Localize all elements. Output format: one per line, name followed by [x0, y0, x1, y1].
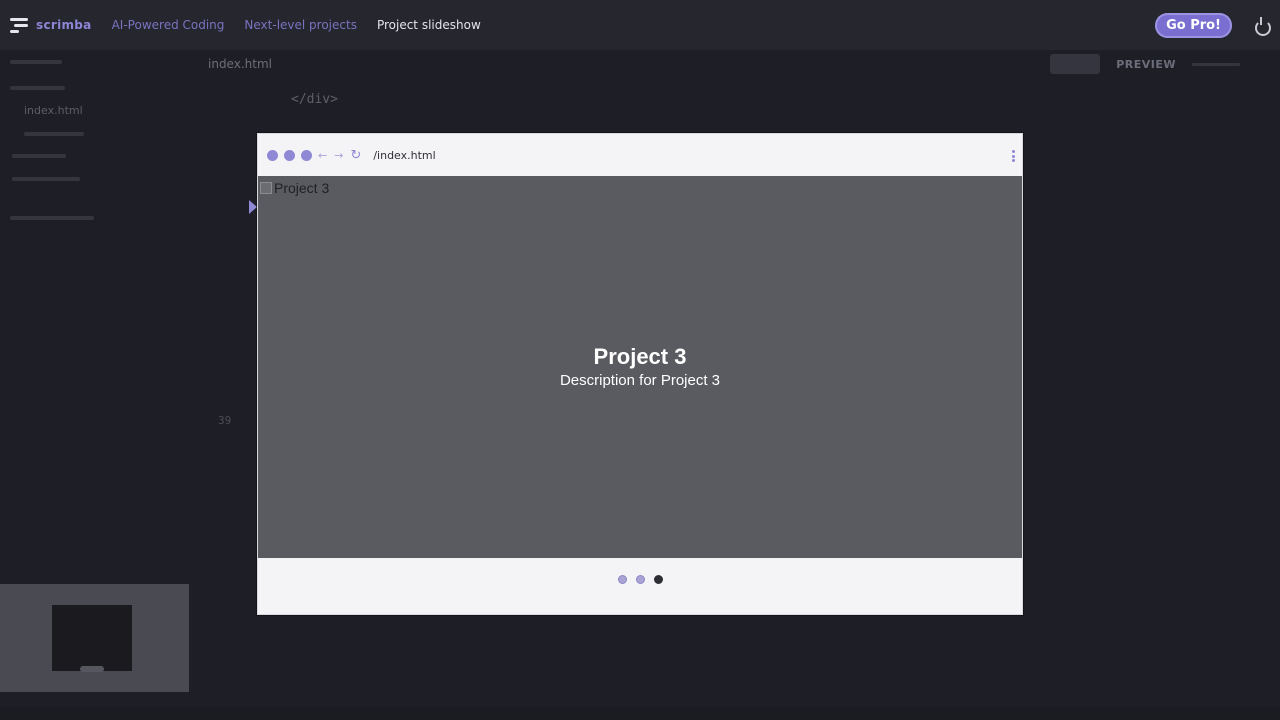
line-number: 39	[218, 414, 232, 427]
editor-tab-index-html[interactable]: index.html	[208, 57, 272, 71]
sidebar-placeholder	[24, 132, 84, 136]
sidebar-placeholder	[12, 177, 80, 181]
preview-window: ← → ↻ /index.html Project 3 Project 3 De…	[257, 133, 1023, 615]
top-bar: scrimba AI-Powered Coding Next-level pro…	[0, 0, 1280, 50]
video-frame	[52, 605, 132, 671]
slide-indicator-1[interactable]	[617, 575, 627, 584]
go-pro-button[interactable]: Go Pro!	[1155, 12, 1232, 38]
slide-image: Project 3	[260, 180, 329, 196]
tab-placeholder[interactable]	[1050, 54, 1101, 74]
code-line: </div>	[291, 92, 338, 107]
breadcrumb-course[interactable]: AI-Powered Coding	[112, 18, 225, 32]
slide-indicators	[258, 575, 1022, 584]
tab-preview[interactable]: PREVIEW	[1116, 58, 1176, 71]
sidebar-placeholder	[10, 216, 94, 220]
tab-placeholder	[1192, 62, 1240, 66]
video-bar	[80, 666, 104, 672]
file-sidebar: index.html	[0, 50, 190, 584]
sidebar-placeholder	[10, 60, 62, 64]
breadcrumb-lesson: Project slideshow	[376, 18, 481, 32]
scrimba-logo-icon	[10, 17, 30, 33]
window-dot-icon	[301, 149, 312, 161]
forward-arrow-icon[interactable]: →	[334, 149, 343, 162]
editor-right-tabs: PREVIEW	[1050, 54, 1240, 74]
slide-title: Project 3	[593, 344, 687, 369]
slide-image-alt: Project 3	[274, 180, 330, 196]
breadcrumb-module[interactable]: Next-level projects	[244, 18, 357, 32]
instructor-video-thumbnail[interactable]	[0, 584, 189, 692]
back-arrow-icon[interactable]: ←	[318, 149, 327, 162]
status-bar	[0, 706, 1280, 720]
slide: Project 3 Project 3 Description for Proj…	[258, 176, 1022, 558]
slide-indicator-2[interactable]	[635, 575, 645, 584]
sidebar-item-index-html[interactable]: index.html	[24, 104, 83, 117]
reload-icon[interactable]: ↻	[350, 148, 361, 163]
broken-image-icon	[260, 182, 272, 194]
window-dot-icon	[267, 149, 278, 161]
more-menu-icon[interactable]	[1012, 150, 1015, 162]
sidebar-placeholder	[10, 86, 65, 90]
slide-description: Description for Project 3	[559, 372, 721, 389]
url-field[interactable]: /index.html	[373, 149, 435, 162]
power-icon[interactable]	[1252, 16, 1271, 36]
slide-indicator-3[interactable]	[653, 575, 663, 584]
play-indicator-icon	[249, 200, 257, 214]
window-dot-icon	[284, 149, 295, 161]
brand-name: scrimba	[36, 18, 92, 32]
scrimba-logo[interactable]: scrimba	[10, 17, 92, 33]
browser-toolbar: ← → ↻ /index.html	[258, 134, 1022, 176]
sidebar-placeholder	[12, 154, 66, 158]
